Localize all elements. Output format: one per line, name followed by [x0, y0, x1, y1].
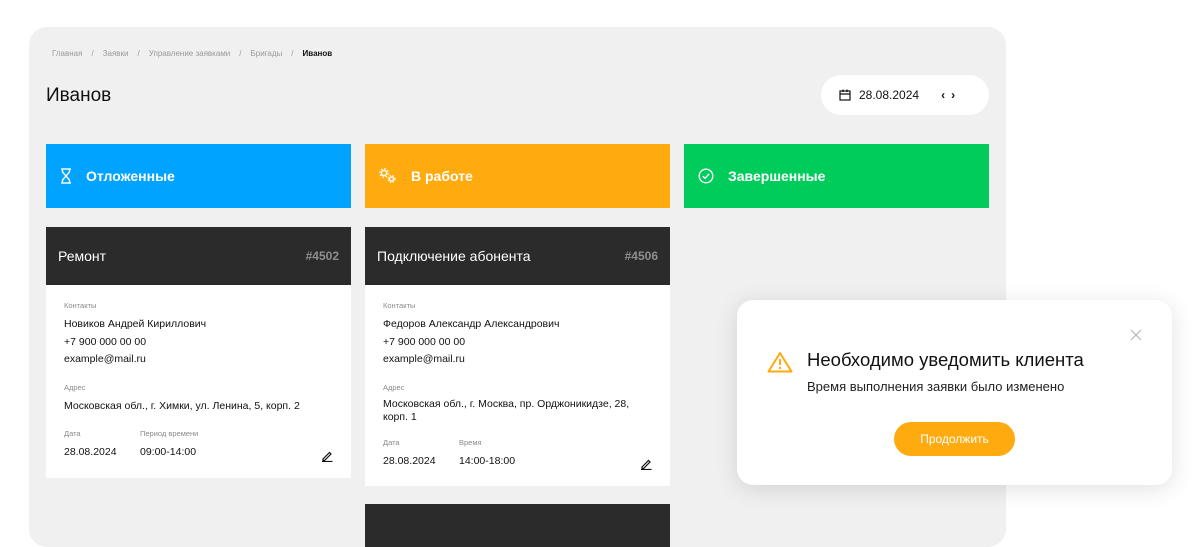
- page-title: Иванов: [46, 85, 112, 106]
- gears-icon: [379, 168, 396, 184]
- request-card[interactable]: Ремонт #4502 Контакты Новиков Андрей Кир…: [46, 227, 351, 478]
- column-label: Отложенные: [86, 168, 175, 184]
- column-header-completed[interactable]: Завершенные: [684, 144, 989, 208]
- date-value: 28.08.2024: [64, 446, 117, 458]
- chevron-left-icon[interactable]: ‹: [941, 89, 945, 101]
- card-body: Контакты Новиков Андрей Кириллович +7 90…: [46, 285, 351, 478]
- breadcrumb-separator: /: [291, 49, 294, 58]
- contact-email: example@mail.ru: [64, 353, 146, 365]
- check-circle-icon: [698, 168, 714, 184]
- address-value: Московская обл., г. Химки, ул. Ленина, 5…: [64, 399, 300, 412]
- card-title: Ремонт: [58, 248, 107, 264]
- breadcrumb-separator: /: [239, 49, 242, 58]
- date-label: Дата: [383, 437, 400, 447]
- card-number: #4506: [624, 249, 658, 263]
- edit-icon[interactable]: [640, 458, 652, 470]
- column-label: В работе: [411, 168, 473, 184]
- date-value: 28.08.2024: [859, 88, 920, 102]
- notification-modal: Необходимо уведомить клиента Время выпол…: [737, 300, 1172, 485]
- close-icon[interactable]: [1130, 329, 1142, 341]
- edit-icon[interactable]: [321, 450, 333, 462]
- card-header: Ремонт #4502: [46, 227, 351, 285]
- warning-icon: [767, 352, 793, 373]
- chevron-right-icon[interactable]: ›: [951, 89, 955, 101]
- date-value: 28.08.2024: [383, 454, 436, 467]
- address-value: Московская обл., г. Москва, пр. Орджоник…: [383, 397, 630, 423]
- column-label: Завершенные: [728, 168, 826, 184]
- contact-name: Новиков Андрей Кириллович: [64, 318, 207, 330]
- breadcrumb: Главная / Заявки / Управление заявками /…: [52, 49, 332, 58]
- card-number: #4502: [305, 249, 339, 263]
- time-label: Период времени: [140, 429, 199, 438]
- breadcrumb-item-request-management[interactable]: Управление заявками: [149, 49, 231, 58]
- date-picker[interactable]: 28.08.2024 ‹ ›: [821, 75, 989, 115]
- contact-name: Федоров Александр Александрович: [383, 318, 560, 330]
- card-body: Контакты Федоров Александр Александрович…: [365, 285, 670, 486]
- date-nav: ‹ ›: [941, 89, 955, 101]
- address-label: Адрес: [64, 382, 86, 392]
- time-value: 09:00-14:00: [140, 446, 197, 458]
- contacts-label: Контакты: [64, 301, 97, 310]
- card-title: Подключение абонента: [377, 248, 531, 264]
- breadcrumb-item-current: Иванов: [302, 49, 333, 58]
- contacts-label: Контакты: [383, 301, 416, 310]
- calendar-icon: [839, 89, 851, 101]
- date-label: Дата: [64, 429, 81, 438]
- breadcrumb-item-teams[interactable]: Бригады: [251, 49, 283, 58]
- continue-button[interactable]: Продолжить: [894, 422, 1015, 456]
- request-card[interactable]: Подключение абонента #4506 Контакты Федо…: [365, 227, 670, 486]
- contact-phone: +7 900 000 00 00: [64, 335, 147, 348]
- breadcrumb-item-home[interactable]: Главная: [52, 49, 82, 58]
- address-label: Адрес: [383, 382, 405, 392]
- contact-email: example@mail.ru: [383, 353, 465, 365]
- time-value: 14:00-18:00: [459, 454, 516, 467]
- time-label: Время: [459, 437, 482, 447]
- breadcrumb-separator: /: [91, 49, 94, 58]
- card-header: Подключение абонента #4506: [365, 227, 670, 285]
- column-header-postponed[interactable]: Отложенные: [46, 144, 351, 208]
- modal-title: Необходимо уведомить клиента: [807, 349, 1084, 370]
- column-header-in-progress[interactable]: В работе: [365, 144, 670, 208]
- breadcrumb-item-requests[interactable]: Заявки: [103, 49, 129, 58]
- request-card-partial[interactable]: [365, 504, 670, 547]
- modal-message: Время выполнения заявки было изменено: [807, 379, 1065, 394]
- hourglass-icon: [61, 168, 71, 184]
- breadcrumb-separator: /: [137, 49, 140, 58]
- contact-phone: +7 900 000 00 00: [383, 335, 466, 348]
